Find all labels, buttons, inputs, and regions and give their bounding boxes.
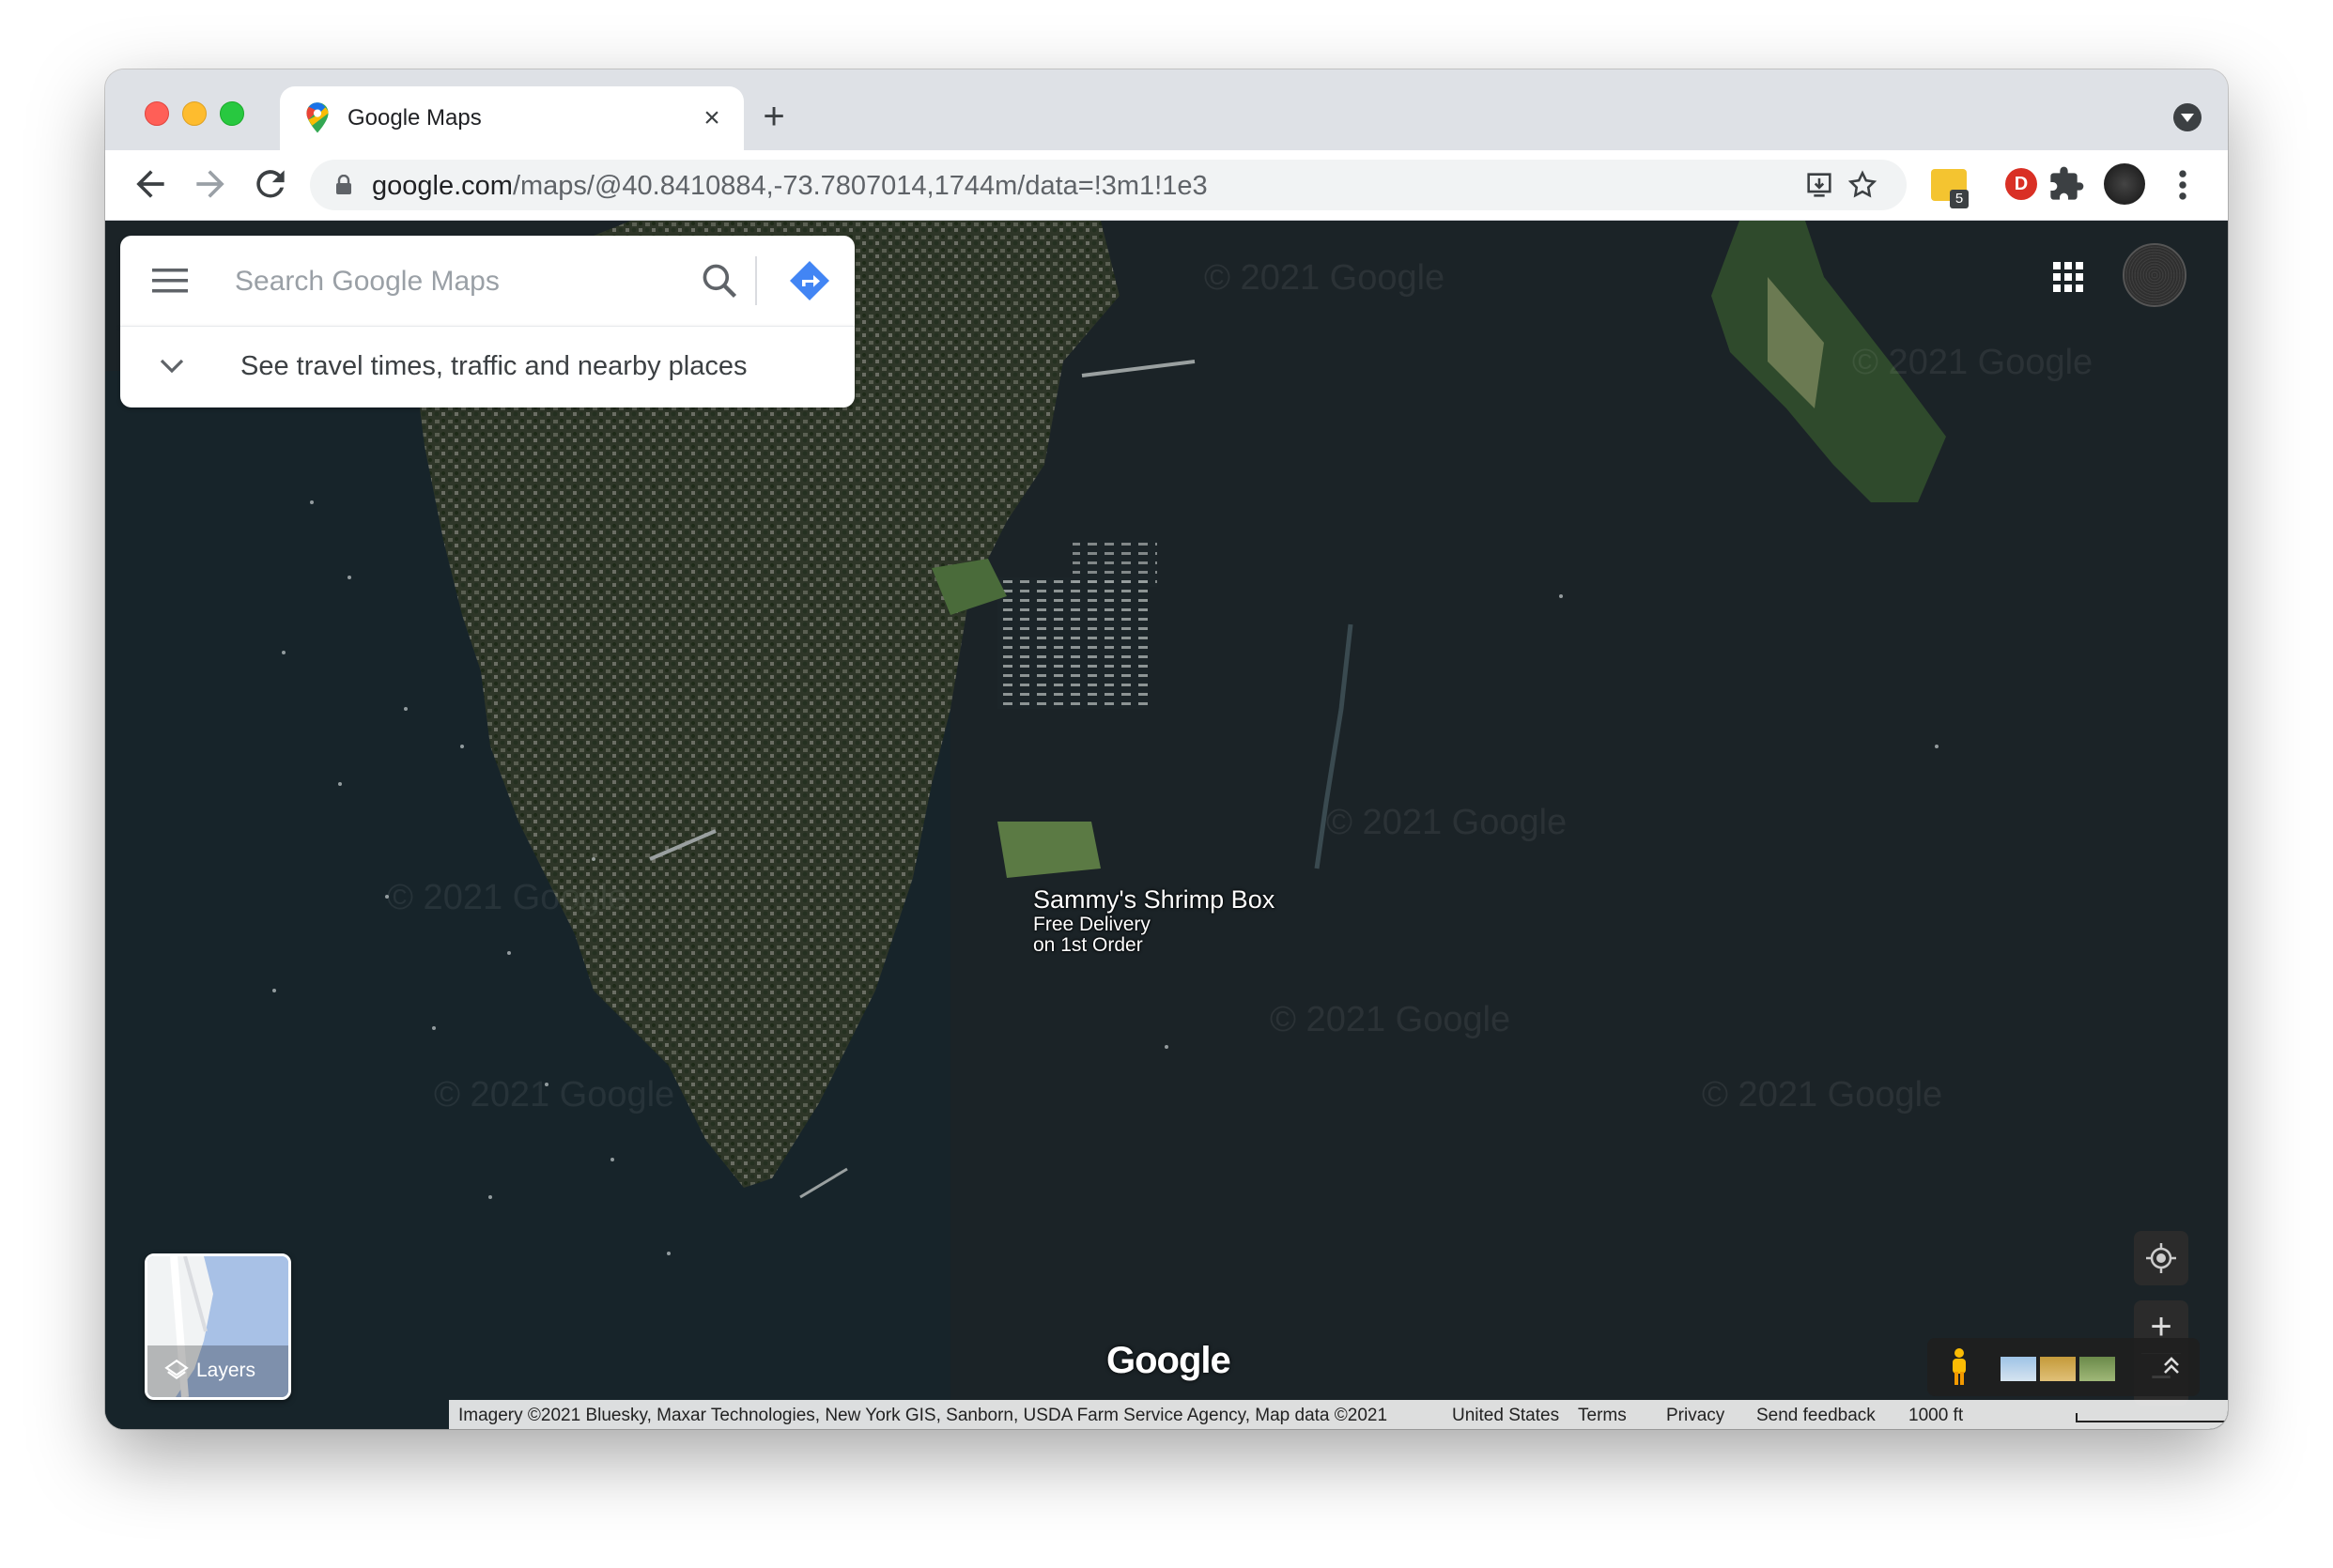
chevron-up-double-icon[interactable] [2158, 1353, 2185, 1379]
place-label[interactable]: Sammy's Shrimp Box Free Delivery on 1st … [1033, 885, 1275, 956]
map-thumbnail-1[interactable] [2001, 1357, 2036, 1381]
new-tab-button[interactable]: + [753, 98, 795, 139]
maximize-window-button[interactable] [220, 101, 244, 126]
crosshair-icon [2146, 1243, 2176, 1273]
tab-title: Google Maps [348, 105, 482, 131]
more-menu-icon[interactable] [2177, 169, 2188, 201]
forward-arrow-icon[interactable] [190, 163, 231, 205]
imagery-credit: Imagery ©2021 Bluesky, Maxar Technologie… [458, 1406, 1388, 1425]
place-promo-line1: Free Delivery [1033, 914, 1151, 935]
map-watermark: © 2021 Google [1702, 1075, 1943, 1115]
attribution-bar: Imagery ©2021 Bluesky, Maxar Technologie… [449, 1400, 2228, 1429]
search-input[interactable] [233, 256, 669, 307]
country-link[interactable]: United States [1452, 1406, 1559, 1426]
map-watermark: © 2021 Google [1852, 343, 2094, 382]
layers-button[interactable]: Layers [145, 1253, 291, 1400]
travel-times-text[interactable]: See travel times, traffic and nearby pla… [240, 351, 747, 382]
profile-avatar[interactable] [2104, 163, 2145, 205]
map-watermark: © 2021 Google [387, 878, 628, 917]
place-promo-line2: on 1st Order [1033, 934, 1143, 956]
place-name[interactable]: Sammy's Shrimp Box [1033, 885, 1275, 915]
search-panel [120, 236, 855, 326]
layers-icon [164, 1359, 189, 1379]
layers-label: Layers [196, 1360, 256, 1381]
map-thumbnail-3[interactable] [2079, 1357, 2115, 1381]
bookmark-star-icon[interactable] [1846, 169, 1878, 201]
my-location-button[interactable] [2134, 1231, 2188, 1285]
reload-icon[interactable] [250, 163, 291, 205]
google-maps-favicon-icon [306, 102, 329, 133]
map-watermark: © 2021 Google [1204, 258, 1445, 298]
chevron-down-icon[interactable] [158, 355, 186, 377]
pegman-icon[interactable] [1948, 1347, 1970, 1387]
map-watermark: © 2021 Google [434, 1075, 675, 1115]
map-watermark: © 2021 Google [1270, 1000, 1511, 1039]
satellite-map[interactable]: © 2021 Google © 2021 Google © 2021 Googl… [105, 221, 2228, 1429]
browser-window: Google Maps × + google.com/maps/@40.8410… [105, 69, 2228, 1429]
back-arrow-icon[interactable] [130, 163, 171, 205]
map-watermark: © 2021 Google [1326, 803, 1568, 842]
hamburger-menu-icon[interactable] [152, 268, 188, 294]
minimize-window-button[interactable] [182, 101, 207, 126]
extensions-puzzle-icon[interactable] [2047, 165, 2085, 203]
search-divider [755, 256, 757, 305]
install-app-icon[interactable] [1803, 169, 1835, 201]
send-feedback-link[interactable]: Send feedback [1756, 1406, 1876, 1426]
extension-d-icon[interactable]: D [2005, 168, 2037, 200]
browser-toolbar: google.com/maps/@40.8410884,-73.7807014,… [105, 150, 2228, 221]
address-bar[interactable]: google.com/maps/@40.8410884,-73.7807014,… [310, 160, 1907, 210]
travel-times-bar[interactable]: See travel times, traffic and nearby pla… [120, 326, 855, 407]
tab-close-icon[interactable]: × [695, 101, 729, 135]
scale-label[interactable]: 1000 ft [1908, 1406, 1963, 1426]
extension-badge-count: 5 [1950, 190, 1969, 208]
directions-icon[interactable] [787, 258, 832, 303]
scale-bar[interactable] [2076, 1413, 2228, 1422]
privacy-link[interactable]: Privacy [1666, 1406, 1724, 1426]
tab-search-icon[interactable] [2173, 103, 2202, 131]
terms-link[interactable]: Terms [1578, 1406, 1627, 1426]
url-text[interactable]: google.com/maps/@40.8410884,-73.7807014,… [372, 171, 1208, 202]
account-avatar[interactable] [2123, 243, 2186, 307]
google-logo: Google [1106, 1340, 1231, 1381]
google-apps-icon[interactable] [2051, 260, 2085, 294]
map-thumbnail-2[interactable] [2040, 1357, 2076, 1381]
search-icon[interactable] [699, 260, 740, 301]
tab-strip: Google Maps × + [105, 69, 2228, 150]
close-window-button[interactable] [145, 101, 169, 126]
tab-google-maps[interactable]: Google Maps × [280, 86, 744, 150]
lock-icon[interactable] [334, 175, 353, 195]
map-type-panel [1927, 1338, 2200, 1396]
